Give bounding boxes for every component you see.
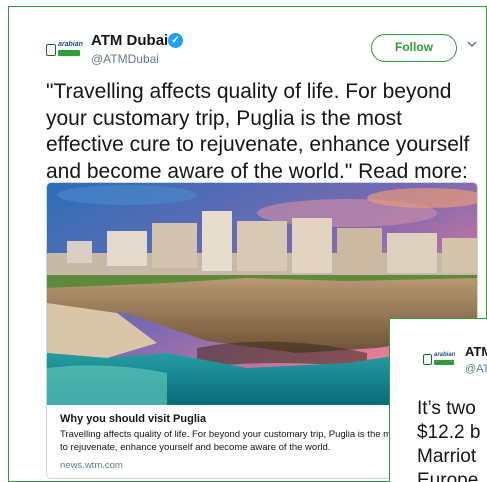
account-name[interactable]: ATM [465,344,487,359]
logo-text: arabian [58,41,83,48]
account-name[interactable]: ATM Dubai [91,32,168,49]
logo-bar [434,360,454,365]
atm-logo-icon [46,44,56,56]
verified-icon: ✓ [168,33,183,48]
account-avatar[interactable]: arabian [423,352,457,370]
account-avatar[interactable]: arabian [46,40,83,62]
logo-text: arabian [434,352,456,358]
logo-bar [58,50,80,56]
atm-logo-icon [423,354,432,365]
chevron-down-icon[interactable] [465,37,479,51]
follow-button[interactable]: Follow [371,34,457,62]
account-handle[interactable]: @AT [465,363,487,375]
tweet-text: It’s two $12.2 b Marriot Europe [417,398,481,482]
account-handle[interactable]: @ATMDubai [91,52,159,66]
card-title[interactable]: Why you should visit Puglia [60,413,206,425]
second-tweet-card: arabian ATM @AT It’s two $12.2 b Marriot… [389,318,487,482]
tweet-text: "Travelling affects quality of life. For… [46,80,470,183]
card-domain[interactable]: news.wtm.com [60,460,123,471]
